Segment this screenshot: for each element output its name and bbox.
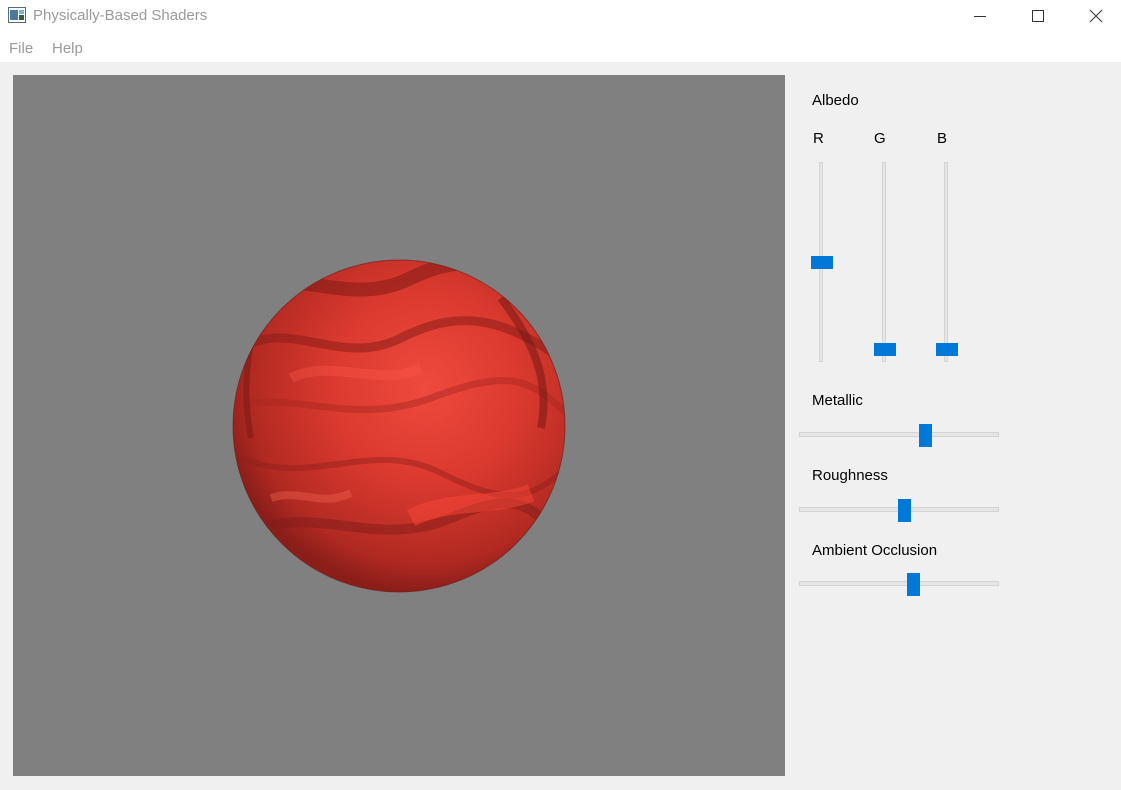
- app-window-icon: [8, 7, 26, 23]
- albedo-g-label: G: [874, 130, 886, 147]
- albedo-g-slider-thumb[interactable]: [874, 343, 896, 357]
- properties-panel: Albedo R G B Metallic Roughness Ambient …: [785, 62, 1121, 790]
- close-icon: [1089, 9, 1103, 23]
- albedo-g-slider-track[interactable]: [882, 162, 886, 362]
- albedo-b-label: B: [937, 130, 948, 147]
- maximize-button[interactable]: [1015, 0, 1061, 32]
- menu-bar: File Help: [0, 32, 1121, 62]
- ambient-occlusion-slider-thumb[interactable]: [907, 573, 921, 596]
- roughness-slider-thumb[interactable]: [898, 499, 912, 522]
- albedo-b-slider-track[interactable]: [944, 162, 948, 362]
- metallic-slider-track[interactable]: [799, 432, 999, 437]
- metallic-slider-thumb[interactable]: [918, 424, 932, 447]
- app-window: Physically-Based Shaders File Help Albed…: [0, 0, 1121, 790]
- maximize-icon: [1032, 10, 1044, 22]
- window-title: Physically-Based Shaders: [33, 7, 208, 24]
- metallic-label: Metallic: [812, 392, 863, 409]
- ambient-occlusion-slider-track[interactable]: [799, 581, 999, 586]
- shaded-sphere: [232, 259, 566, 593]
- menu-file[interactable]: File: [9, 40, 33, 57]
- albedo-b-slider-thumb[interactable]: [936, 343, 958, 357]
- roughness-label: Roughness: [812, 467, 888, 484]
- ambient-occlusion-label: Ambient Occlusion: [812, 542, 938, 559]
- render-viewport[interactable]: [13, 75, 785, 776]
- albedo-r-slider-thumb[interactable]: [811, 255, 833, 269]
- title-bar[interactable]: Physically-Based Shaders: [0, 0, 1121, 32]
- albedo-label: Albedo: [812, 92, 859, 109]
- minimize-button[interactable]: [957, 0, 1003, 32]
- minimize-icon: [974, 16, 986, 17]
- albedo-r-label: R: [813, 130, 824, 147]
- close-button[interactable]: [1073, 0, 1119, 32]
- menu-help[interactable]: Help: [52, 40, 83, 57]
